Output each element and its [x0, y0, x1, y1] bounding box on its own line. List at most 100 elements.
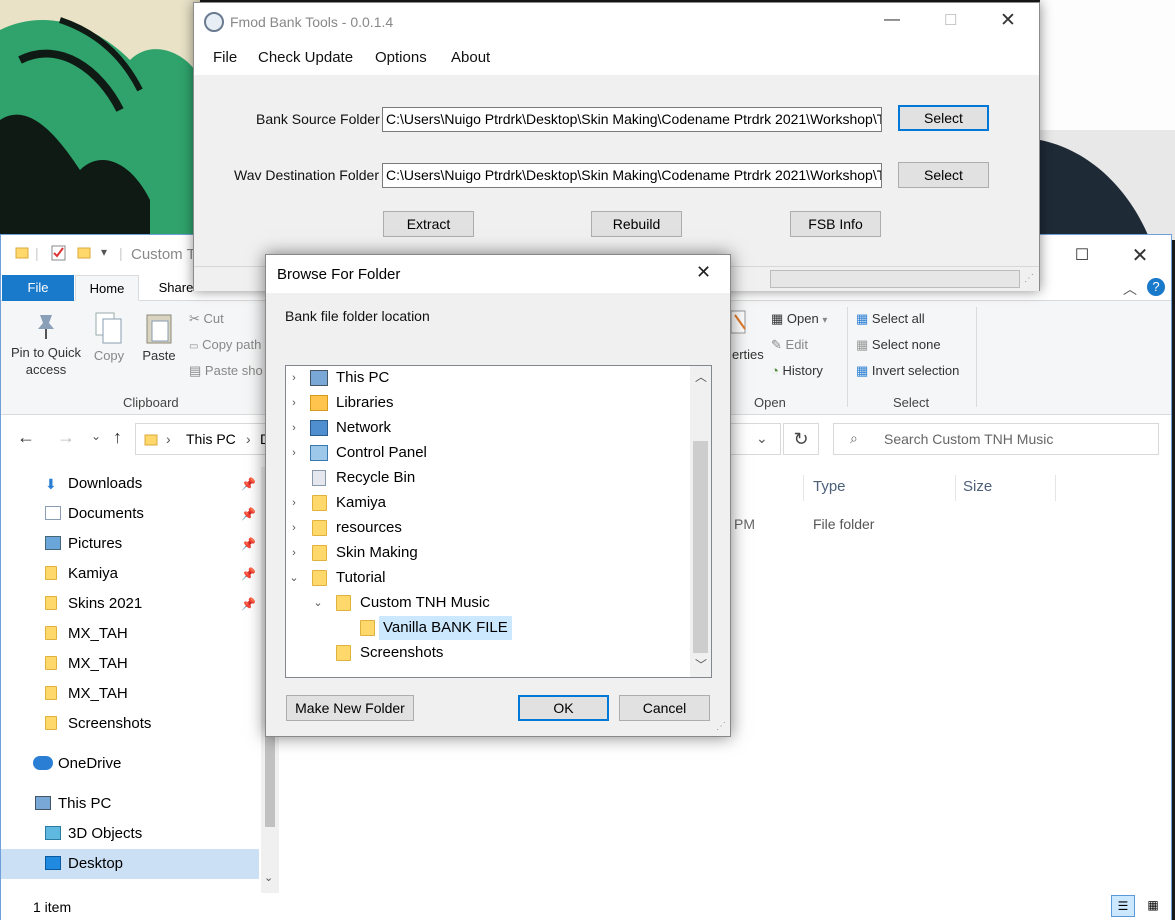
properties-icon[interactable]: [729, 309, 749, 342]
cancel-button[interactable]: Cancel: [619, 695, 710, 721]
pin-icon[interactable]: 📌: [241, 589, 256, 619]
ok-button[interactable]: OK: [518, 695, 609, 721]
scroll-up-icon[interactable]: ︿: [695, 368, 707, 385]
chevron-right-icon[interactable]: ›: [288, 366, 300, 390]
nav-item-desktop[interactable]: Desktop: [1, 849, 259, 879]
scroll-down-icon[interactable]: ﹀: [695, 656, 707, 673]
nav-item-mx-tah[interactable]: MX_TAH: [1, 649, 259, 679]
folder-icon: [312, 520, 327, 536]
large-icons-view-icon[interactable]: ▦: [1141, 895, 1165, 917]
paste-button[interactable]: Paste: [141, 311, 177, 363]
cut-button[interactable]: ✂ Cut: [189, 311, 224, 327]
item-count: 1 item: [33, 899, 72, 915]
extract-button[interactable]: Extract: [383, 211, 474, 237]
tree-label: Vanilla BANK FILE: [379, 616, 512, 640]
chevron-right-icon[interactable]: ›: [288, 541, 300, 565]
select-all-button[interactable]: ▦ Select all: [856, 311, 925, 327]
open-button[interactable]: ▦ Open ▾: [771, 311, 827, 327]
minimize-icon[interactable]: —: [884, 11, 900, 29]
chevron-down-icon[interactable]: ⌄: [288, 566, 300, 590]
ribbon-collapse-icon[interactable]: ︿: [1123, 279, 1137, 299]
close-icon[interactable]: ✕: [696, 262, 711, 283]
copy-button[interactable]: Copy: [91, 311, 127, 363]
wav-destination-field[interactable]: C:\Users\Nuigo Ptrdrk\Desktop\Skin Makin…: [382, 163, 882, 188]
scrollbar-thumb[interactable]: [693, 441, 708, 653]
close-icon[interactable]: ✕: [1000, 9, 1016, 32]
invert-selection-button[interactable]: ▦ Invert selection: [856, 363, 959, 379]
breadcrumb-this-pc[interactable]: This PC: [186, 431, 236, 447]
up-arrow-icon[interactable]: ↑: [113, 427, 122, 448]
rebuild-button[interactable]: Rebuild: [591, 211, 682, 237]
tab-home[interactable]: Home: [75, 275, 139, 301]
chevron-right-icon[interactable]: ›: [288, 416, 300, 440]
menu-check-update[interactable]: Check Update: [258, 49, 353, 66]
nav-item-documents[interactable]: Documents 📌: [1, 499, 259, 529]
nav-item-mx-tah[interactable]: MX_TAH: [1, 679, 259, 709]
nav-item-onedrive[interactable]: OneDrive: [1, 749, 259, 779]
maximize-icon[interactable]: ☐: [1059, 237, 1105, 273]
pin-to-quick-access-button[interactable]: Pin to Quick access: [11, 311, 81, 378]
column-header-type[interactable]: Type: [813, 478, 846, 495]
chevron-right-icon[interactable]: ›: [288, 491, 300, 515]
properties-label[interactable]: erties: [732, 347, 764, 362]
menu-about[interactable]: About: [451, 49, 490, 66]
fmod-bank-tools-window: Fmod Bank Tools - 0.0.1.4 — ☐ ✕ File Che…: [193, 2, 1040, 291]
pin-icon[interactable]: 📌: [241, 499, 256, 529]
paste-shortcut-button[interactable]: ▤ Paste sho: [189, 363, 263, 379]
make-new-folder-button[interactable]: Make New Folder: [286, 695, 414, 721]
refresh-icon[interactable]: ↻: [783, 423, 819, 455]
tree-label: Kamiya: [336, 494, 387, 511]
tree-label: Network: [336, 419, 392, 436]
nav-item-this-pc[interactable]: This PC: [1, 789, 259, 819]
bank-source-field[interactable]: C:\Users\Nuigo Ptrdrk\Desktop\Skin Makin…: [382, 107, 882, 132]
menu-options[interactable]: Options: [375, 49, 427, 66]
pin-icon[interactable]: 📌: [241, 529, 256, 559]
control-panel-icon: [310, 445, 328, 461]
pin-icon[interactable]: 📌: [241, 469, 256, 499]
edit-button[interactable]: ✎ Edit: [771, 337, 808, 353]
maximize-icon[interactable]: ☐: [944, 11, 957, 29]
chevron-down-icon[interactable]: ⌄: [264, 871, 273, 884]
tree-scrollbar[interactable]: ︿ ﹀: [690, 366, 711, 677]
edit-label: Edit: [785, 337, 808, 352]
column-header-size[interactable]: Size: [963, 478, 992, 495]
close-icon[interactable]: ✕: [1117, 237, 1163, 273]
nav-item-kamiya[interactable]: Kamiya 📌: [1, 559, 259, 589]
resize-grip-icon[interactable]: ⋰: [716, 721, 726, 732]
nav-item-mx-tah[interactable]: MX_TAH: [1, 619, 259, 649]
chevron-right-icon[interactable]: ›: [288, 516, 300, 540]
details-view-icon[interactable]: ☰: [1111, 895, 1135, 917]
properties-quick-icon[interactable]: [51, 245, 67, 264]
nav-item-downloads[interactable]: ⬇ Downloads 📌: [1, 469, 259, 499]
tree-label: Screenshots: [360, 644, 444, 661]
resize-grip-icon[interactable]: ⋰: [1024, 273, 1034, 284]
menu-file[interactable]: File: [213, 49, 237, 66]
nav-item-pictures[interactable]: Pictures 📌: [1, 529, 259, 559]
nav-item-3d-objects[interactable]: 3D Objects: [1, 819, 259, 849]
select-none-button[interactable]: ▦ Select none: [856, 337, 941, 353]
recent-locations-icon[interactable]: ⌄: [91, 429, 101, 443]
select-destination-button[interactable]: Select: [898, 162, 989, 188]
new-folder-quick-icon[interactable]: [77, 245, 91, 262]
select-source-button[interactable]: Select: [898, 105, 989, 131]
nav-item-screenshots[interactable]: Screenshots: [1, 709, 259, 739]
tab-file[interactable]: File: [2, 275, 74, 301]
history-button[interactable]: ◔ History: [771, 363, 823, 378]
search-input[interactable]: ⌕ Search Custom TNH Music: [833, 423, 1159, 455]
chevron-down-icon[interactable]: ⌄: [312, 591, 324, 615]
pin-icon[interactable]: 📌: [241, 559, 256, 589]
fsb-info-button[interactable]: FSB Info: [790, 211, 881, 237]
customize-quick-access-icon[interactable]: ▾: [101, 245, 107, 259]
folder-tree[interactable]: › This PC › Libraries › Network › Contro…: [285, 365, 712, 678]
copy-path-button[interactable]: ▭ Copy path: [189, 337, 261, 352]
pin-label: Pin to Quick access: [10, 345, 82, 377]
forward-arrow-icon[interactable]: →: [57, 427, 75, 448]
nav-item-skins-2021[interactable]: Skins 2021 📌: [1, 589, 259, 619]
help-icon[interactable]: ?: [1147, 278, 1165, 296]
chevron-right-icon[interactable]: ›: [288, 441, 300, 465]
back-arrow-icon[interactable]: ←: [17, 427, 35, 448]
edit-icon: ✎: [771, 337, 782, 352]
navigation-pane: ⬇ Downloads 📌 Documents 📌 Pictures 📌 Kam…: [1, 467, 279, 893]
chevron-down-icon[interactable]: ⌄: [756, 430, 768, 447]
chevron-right-icon[interactable]: ›: [288, 391, 300, 415]
